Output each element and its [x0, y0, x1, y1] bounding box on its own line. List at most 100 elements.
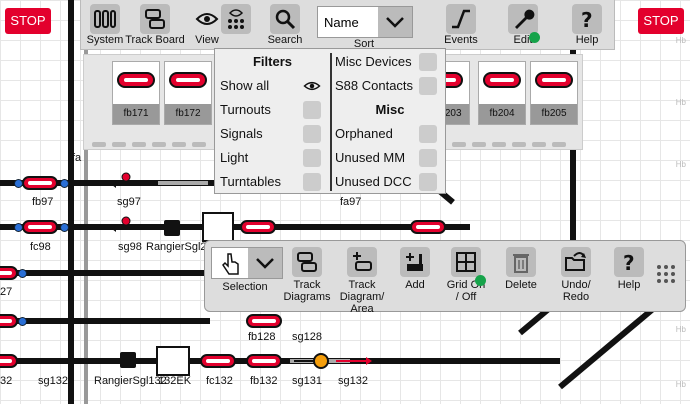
- track-vertical: [68, 0, 74, 404]
- signal-sg131-icon[interactable]: [294, 352, 330, 370]
- feedback-card[interactable]: fb205: [530, 61, 578, 125]
- filter-turnouts[interactable]: Turnouts: [220, 99, 271, 121]
- filter-turntables[interactable]: Turntables: [220, 171, 281, 193]
- light-checkbox[interactable]: [303, 149, 321, 167]
- feedback-card[interactable]: fb171: [112, 61, 160, 125]
- misc-devices-checkbox[interactable]: [419, 53, 437, 71]
- sort-select[interactable]: Name: [317, 6, 413, 38]
- shunting-signal-icon[interactable]: [120, 352, 136, 368]
- label-sg132p: sg132+: [38, 375, 75, 387]
- filter-orphaned[interactable]: Orphaned: [335, 123, 393, 145]
- wrench-icon: [508, 4, 538, 34]
- add-icon: [400, 247, 430, 277]
- filters-dropdown: Filters Show all Turnouts Signals Light …: [214, 48, 446, 194]
- orphaned-checkbox[interactable]: [419, 125, 437, 143]
- feedback-card[interactable]: fb172: [164, 61, 212, 125]
- track-diagrams-button[interactable]: Track Diagrams: [281, 247, 333, 303]
- delete-button[interactable]: Delete: [501, 247, 541, 291]
- grid-toggle-button[interactable]: Grid On / Off: [445, 247, 487, 303]
- filter-signals[interactable]: Signals: [220, 123, 263, 145]
- unused-mm-checkbox[interactable]: [419, 149, 437, 167]
- filter-unused-mm[interactable]: Unused MM: [335, 147, 405, 169]
- help-button[interactable]: ? Help: [567, 4, 607, 46]
- signal-sg98-icon[interactable]: [112, 216, 132, 234]
- placeholder-dash: [532, 142, 546, 147]
- filter-light[interactable]: Light: [220, 147, 248, 169]
- system-icon: [90, 4, 120, 34]
- view-grid-button[interactable]: [219, 4, 253, 34]
- stop-button-right[interactable]: STOP: [638, 8, 684, 34]
- chevron-down-icon: [248, 248, 282, 278]
- turnouts-checkbox[interactable]: [303, 101, 321, 119]
- placeholder-dash: [152, 142, 166, 147]
- feedback-fb132[interactable]: [246, 354, 282, 368]
- search-button[interactable]: Search: [265, 4, 305, 46]
- track-diagram-area-button[interactable]: Track Diagram/ Area: [335, 247, 389, 315]
- feedback-fb97[interactable]: [22, 176, 58, 190]
- track-diagram-area-label: Track Diagram/ Area: [339, 279, 385, 315]
- label-rangier-sg132: RangierSgl132: [94, 375, 167, 387]
- contact-dot: [60, 179, 69, 188]
- feedback-block[interactable]: [410, 220, 446, 234]
- events-label: Events: [444, 34, 478, 46]
- search-label: Search: [267, 34, 303, 46]
- eye-icon[interactable]: [303, 77, 321, 95]
- filter-misc-devices[interactable]: Misc Devices: [335, 51, 412, 73]
- feedback-pill: [169, 72, 207, 88]
- feedback-block[interactable]: [0, 314, 18, 328]
- add-label: Add: [405, 279, 425, 291]
- placeholder-dash: [172, 142, 186, 147]
- events-button[interactable]: Events: [441, 4, 481, 46]
- shunting-signal-icon[interactable]: [164, 220, 180, 236]
- placeholder-dash: [472, 142, 486, 147]
- unused-dcc-checkbox[interactable]: [419, 173, 437, 191]
- hb-label: Hb: [675, 325, 686, 334]
- filter-unused-dcc[interactable]: Unused DCC: [335, 171, 412, 193]
- track-board-button[interactable]: Track Board: [125, 4, 185, 46]
- events-icon: [446, 4, 476, 34]
- track-diagrams-label: Track Diagrams: [283, 279, 331, 303]
- turntables-checkbox[interactable]: [303, 173, 321, 191]
- feedback-fc98[interactable]: [22, 220, 58, 234]
- feedback-card-label: fb205: [531, 104, 577, 124]
- label-sg131: sg131: [292, 375, 322, 387]
- filter-show-all[interactable]: Show all: [220, 75, 269, 97]
- selection-select[interactable]: [211, 247, 283, 279]
- turnout-132ek-icon[interactable]: [156, 346, 190, 376]
- stop-button-left[interactable]: STOP: [5, 8, 51, 34]
- filter-s88[interactable]: S88 Contacts: [335, 75, 413, 97]
- sort-value: Name: [324, 15, 359, 30]
- feedback-fb128[interactable]: [246, 314, 282, 328]
- trash-icon: [506, 247, 536, 277]
- drag-handle-icon[interactable]: [655, 263, 677, 285]
- feedback-block[interactable]: [0, 266, 18, 280]
- feedback-card[interactable]: fb204: [478, 61, 526, 125]
- label-fa97: fa97: [340, 196, 362, 208]
- feedback-block[interactable]: [240, 220, 276, 234]
- s88-checkbox[interactable]: [419, 77, 437, 95]
- view-label: View: [195, 34, 219, 46]
- label-fc98: fc98: [30, 241, 51, 253]
- folder-undo-icon: [561, 247, 591, 277]
- feedback-block[interactable]: [0, 354, 18, 368]
- label-fb132: fb132: [250, 375, 278, 387]
- feedback-card-label: fb204: [479, 104, 525, 124]
- misc-title: Misc: [375, 102, 405, 117]
- feedback-fc132[interactable]: [200, 354, 236, 368]
- contact-dot: [18, 269, 27, 278]
- help-button[interactable]: ? Help: [609, 247, 649, 291]
- system-button[interactable]: System: [85, 4, 125, 46]
- signal-sg132-icon[interactable]: [336, 352, 372, 370]
- turnout-icon[interactable]: [202, 212, 234, 242]
- track-diagrams-icon: [292, 247, 322, 277]
- signals-checkbox[interactable]: [303, 125, 321, 143]
- placeholder-dash: [192, 142, 206, 147]
- edit-button[interactable]: Edit: [503, 4, 543, 46]
- add-button[interactable]: Add: [395, 247, 435, 291]
- track-row-30: [0, 318, 210, 324]
- undo-redo-button[interactable]: Undo/ Redo: [555, 247, 597, 303]
- track-row-98: [0, 224, 470, 230]
- svg-text:?: ?: [581, 8, 593, 31]
- feedback-pill: [535, 72, 573, 88]
- signal-sg97-icon[interactable]: [112, 172, 132, 190]
